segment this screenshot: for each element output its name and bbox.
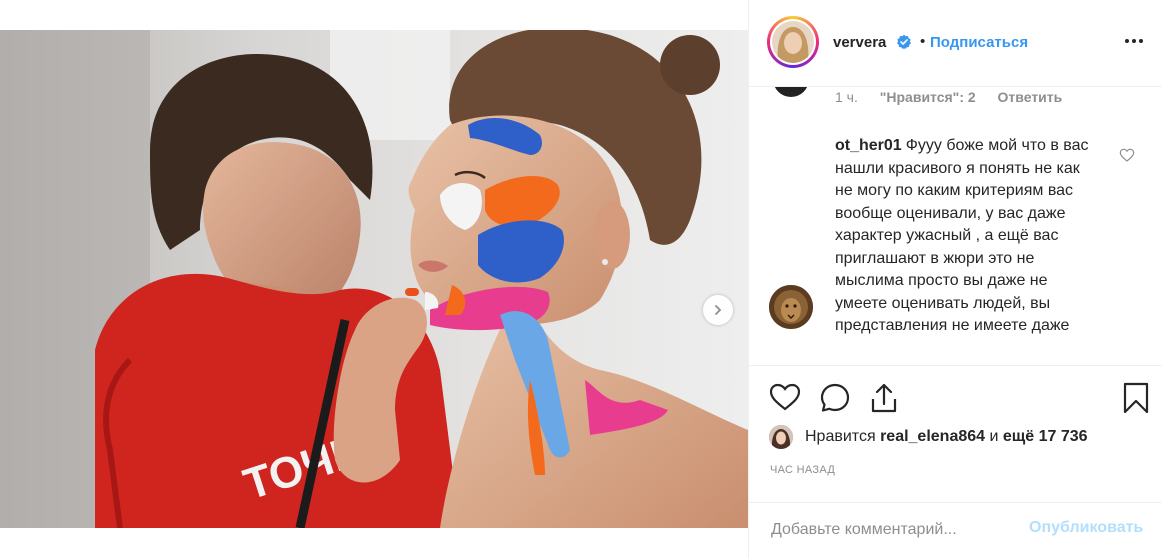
comment-input[interactable] <box>769 518 1013 542</box>
comment-bubble-icon[interactable] <box>819 382 851 419</box>
comment-likes-count[interactable]: "Нравится": 2 <box>880 89 976 105</box>
share-icon[interactable] <box>869 382 899 419</box>
comments-list[interactable]: 1 ч. "Нравится": 2 Ответить ot_her01 Фууу… <box>749 87 1162 365</box>
like-comment-heart-icon[interactable] <box>1119 147 1135 168</box>
publish-comment-button[interactable]: Опубликовать <box>1029 519 1143 537</box>
comment-time: 1 ч. <box>835 89 858 105</box>
liker-avatar <box>769 425 793 449</box>
author-avatar[interactable] <box>767 16 819 68</box>
post-photo[interactable]: ТОЧКА <box>0 30 748 528</box>
post-sidebar: ververa • Подписаться 1 ч. "Нравится": 2… <box>748 0 1162 558</box>
previous-comment-meta: 1 ч. "Нравится": 2 Ответить <box>835 89 1080 105</box>
author-username[interactable]: ververa <box>833 34 886 51</box>
bottom-whitespace <box>0 528 748 558</box>
comment-body: Фууу боже мой что в вас нашли красивого … <box>835 137 1089 334</box>
commenter-username[interactable]: ot_her01 <box>835 137 902 154</box>
post-header: ververa • Подписаться <box>749 0 1162 87</box>
header-separator: • <box>920 33 926 50</box>
chevron-right-icon <box>715 305 722 315</box>
top-whitespace <box>0 0 748 30</box>
comment: ot_her01 Фууу боже мой что в вас нашли кр… <box>835 135 1101 338</box>
bookmark-icon[interactable] <box>1123 382 1149 419</box>
liker-username[interactable]: real_elena864 <box>880 428 985 446</box>
likes-conjunction: и <box>989 428 999 445</box>
more-options-icon[interactable] <box>1123 30 1145 57</box>
likes-others-count[interactable]: ещё 17 736 <box>1003 428 1088 446</box>
verified-badge-icon <box>896 34 912 55</box>
previous-comment-avatar[interactable] <box>773 87 809 97</box>
post-timestamp[interactable]: ЧАС НАЗАД <box>770 464 835 476</box>
reply-button[interactable]: Ответить <box>998 89 1063 105</box>
likes-summary[interactable]: Нравится real_elena864 и ещё 17 736 <box>769 425 1088 449</box>
post-actions <box>749 365 1162 416</box>
heart-icon[interactable] <box>769 382 801 417</box>
likes-prefix: Нравится <box>805 428 876 445</box>
follow-button[interactable]: Подписаться <box>930 34 1028 51</box>
add-comment-bar: Опубликовать <box>749 502 1162 559</box>
next-photo-button[interactable] <box>703 295 733 325</box>
commenter-avatar[interactable] <box>769 285 813 329</box>
